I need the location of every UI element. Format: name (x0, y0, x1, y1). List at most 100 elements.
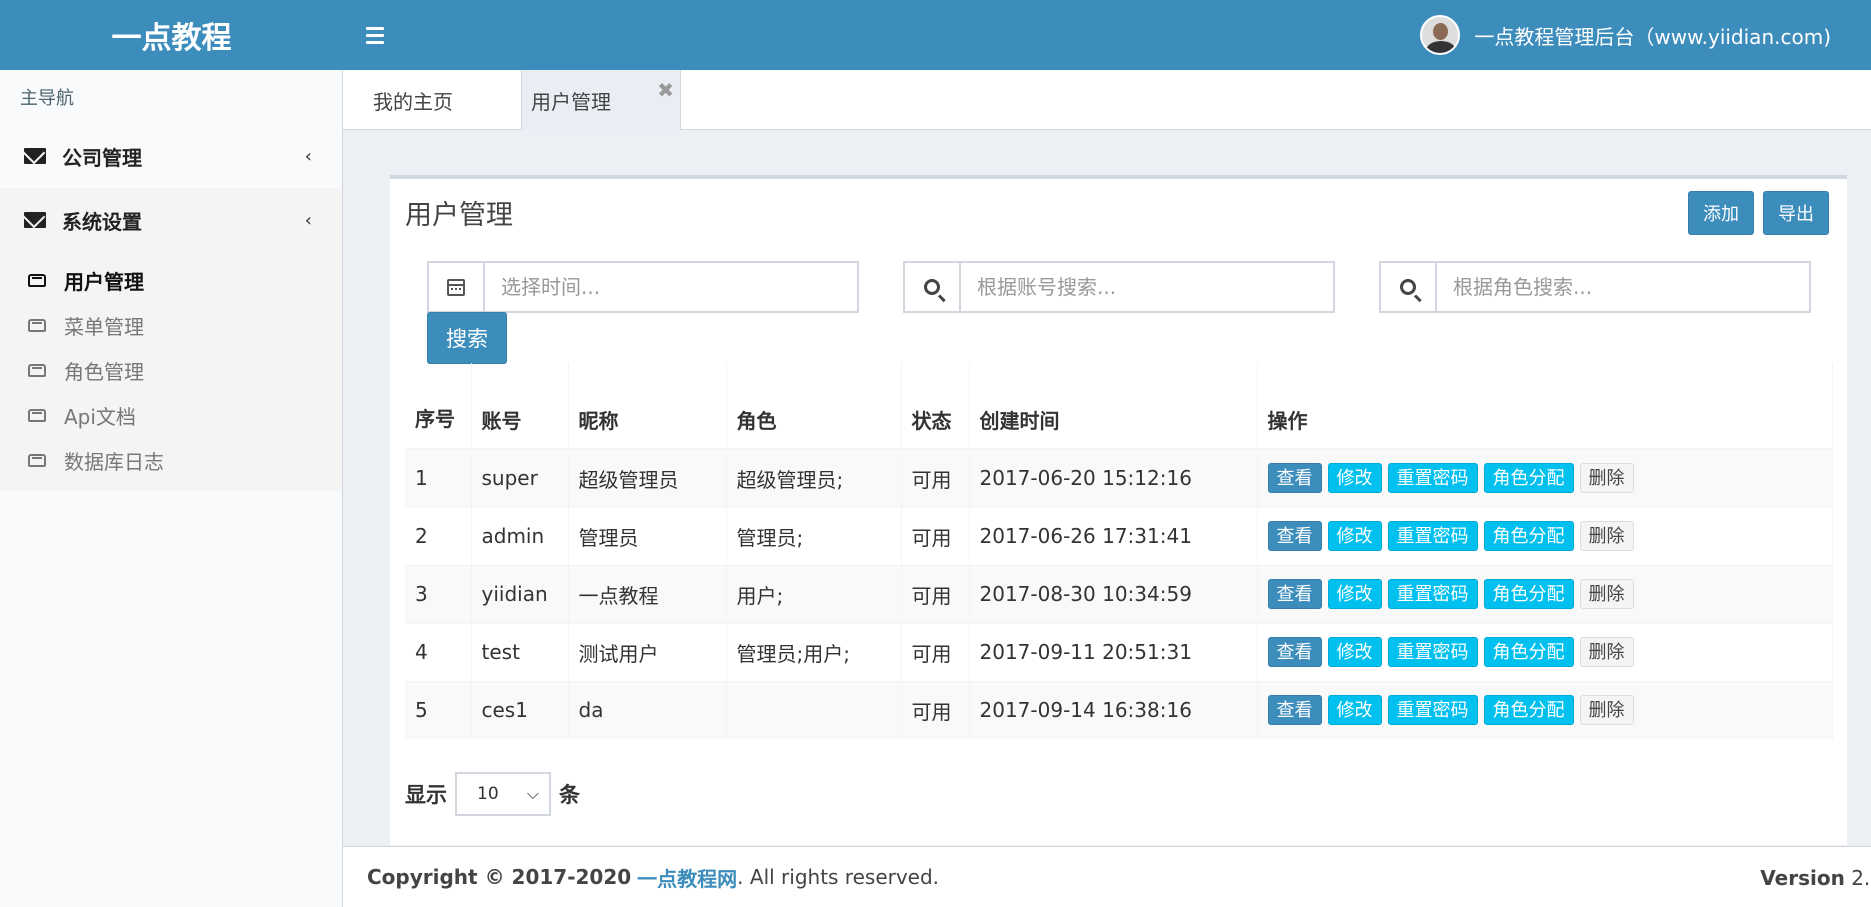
user-management-panel: 用户管理 添加 导出 搜索 序号 账号 昵称 角色 状态 创建时间 操作 1su… (390, 175, 1847, 845)
cell-nickname: 管理员 (568, 506, 727, 565)
delete-button[interactable]: 删除 (1579, 463, 1634, 494)
tab-label: 用户管理 (531, 89, 611, 114)
cell-role: 管理员; (726, 506, 902, 565)
assign-role-button[interactable]: 角色分配 (1483, 695, 1574, 726)
envelope-icon (24, 212, 46, 228)
assign-role-button[interactable]: 角色分配 (1483, 463, 1574, 494)
cell-role (726, 680, 902, 739)
sidebar-group-label: 系统设置 (62, 209, 142, 234)
reset-password-button[interactable]: 重置密码 (1387, 463, 1478, 494)
column-header[interactable]: 序号 (405, 363, 472, 450)
tab-label: 我的主页 (373, 89, 453, 114)
edit-button[interactable]: 修改 (1327, 695, 1382, 726)
sidebar-item-menu-management[interactable]: 菜单管理 (0, 303, 342, 348)
delete-button[interactable]: 删除 (1579, 637, 1634, 667)
inbox-icon (28, 409, 46, 422)
tab-home[interactable]: 我的主页 (343, 70, 521, 130)
chevron-left-icon: ‹ (304, 145, 312, 167)
reset-password-button[interactable]: 重置密码 (1387, 579, 1478, 609)
edit-button[interactable]: 修改 (1327, 637, 1382, 667)
cell-no: 4 (405, 622, 472, 681)
view-button[interactable]: 查看 (1267, 637, 1322, 667)
cell-status: 可用 (901, 680, 970, 739)
cell-created: 2017-09-11 20:51:31 (969, 622, 1258, 681)
column-header[interactable]: 状态 (901, 363, 970, 450)
reset-password-button[interactable]: 重置密码 (1387, 695, 1478, 726)
sidebar-title: 主导航 (0, 70, 342, 124)
inbox-icon (28, 319, 46, 332)
assign-role-button[interactable]: 角色分配 (1483, 637, 1574, 667)
inbox-icon (28, 454, 46, 467)
sidebar-item-user-management[interactable]: 用户管理 (0, 258, 342, 303)
account-search-input[interactable] (961, 263, 1333, 311)
search-button[interactable]: 搜索 (427, 312, 507, 364)
sidebar-item-api-docs[interactable]: Api文档 (0, 393, 342, 438)
page-size-select[interactable]: 10 ⌵ (455, 772, 551, 816)
reset-password-button[interactable]: 重置密码 (1387, 637, 1478, 667)
table-row: 5 ces1 da 可用 2017-09-14 16:38:16 查看 修改 重置密码 角色分配… (405, 680, 1833, 739)
time-input[interactable] (485, 263, 857, 311)
assign-role-button[interactable]: 角色分配 (1483, 521, 1574, 551)
user-title: 一点教程管理后台（www.yiidian.com) (1474, 24, 1831, 49)
column-header[interactable]: 昵称 (568, 363, 727, 450)
view-button[interactable]: 查看 (1267, 521, 1322, 551)
sidebar-item-label: 用户管理 (64, 270, 144, 294)
export-button[interactable]: 导出 (1763, 191, 1829, 235)
role-search-input[interactable] (1437, 263, 1809, 311)
view-button[interactable]: 查看 (1267, 579, 1322, 609)
column-header[interactable]: 创建时间 (969, 363, 1258, 450)
column-header[interactable]: 角色 (726, 363, 902, 450)
cell-role: 用户; (726, 564, 902, 623)
close-icon[interactable]: ✖ (657, 78, 674, 102)
page-size-unit: 条 (559, 783, 580, 807)
view-button[interactable]: 查看 (1267, 463, 1322, 494)
search-icon (1381, 263, 1437, 311)
delete-button[interactable]: 删除 (1579, 579, 1634, 609)
menu-toggle-icon[interactable] (358, 18, 392, 52)
calendar-icon[interactable] (429, 263, 485, 311)
tab-user-management[interactable]: 用户管理 ✖ (521, 70, 681, 130)
user-menu[interactable]: 一点教程管理后台（www.yiidian.com) (1420, 0, 1831, 70)
table-row: 4 test 测试用户 管理员;用户; 可用 2017-09-11 20:51:31 查看修… (405, 622, 1833, 681)
cell-no: 1 (405, 448, 472, 507)
cell-actions: 查看 修改 重置密码 角色分配 删除 (1257, 680, 1833, 739)
sidebar-group-system[interactable]: 系统设置 ‹ (0, 188, 342, 252)
sidebar-item-label: 角色管理 (64, 360, 144, 384)
add-button[interactable]: 添加 (1688, 191, 1754, 235)
column-header[interactable]: 账号 (471, 363, 569, 450)
column-header: 操作 (1257, 363, 1833, 450)
reset-password-button[interactable]: 重置密码 (1387, 521, 1478, 551)
table-header-row: 序号 账号 昵称 角色 状态 创建时间 操作 (405, 363, 1833, 450)
table-row: 3 yiidian 一点教程 用户; 可用 2017-08-30 10:34:59 查看 修改… (405, 564, 1833, 623)
cell-nickname: da (568, 680, 727, 739)
cell-status: 可用 (901, 506, 970, 565)
envelope-icon (24, 148, 46, 164)
user-table: 序号 账号 昵称 角色 状态 创建时间 操作 1 super 超级管理员 超级管理员;… (405, 363, 1833, 739)
cell-nickname: 一点教程 (568, 564, 727, 623)
cell-created: 2017-09-14 16:38:16 (969, 680, 1258, 739)
view-button[interactable]: 查看 (1267, 695, 1322, 726)
sidebar-submenu: 用户管理 菜单管理 角色管理 Api文档 数据库日志 (0, 252, 342, 491)
cell-role: 管理员;用户; (726, 622, 902, 681)
avatar (1420, 15, 1461, 55)
delete-button[interactable]: 删除 (1579, 521, 1634, 551)
site-link[interactable]: 一点教程网 (637, 863, 737, 892)
inbox-icon (28, 364, 46, 377)
assign-role-button[interactable]: 角色分配 (1483, 579, 1574, 609)
page-size-label: 显示 (405, 783, 447, 807)
edit-button[interactable]: 修改 (1327, 521, 1382, 551)
cell-nickname: 超级管理员 (568, 448, 727, 507)
sidebar-item-label: Api文档 (64, 405, 136, 429)
sidebar-item-role-management[interactable]: 角色管理 (0, 348, 342, 393)
cell-created: 2017-06-20 15:12:16 (969, 448, 1258, 507)
footer: Copyright © 2017-2020 一点教程网 . All rights… (343, 846, 1871, 907)
delete-button[interactable]: 删除 (1579, 695, 1634, 726)
sidebar-group-company[interactable]: 公司管理 ‹ (0, 124, 342, 188)
sidebar-item-db-log[interactable]: 数据库日志 (0, 438, 342, 483)
logo[interactable]: 一点教程 (0, 0, 343, 70)
edit-button[interactable]: 修改 (1327, 463, 1382, 494)
account-filter (903, 261, 1335, 313)
edit-button[interactable]: 修改 (1327, 579, 1382, 609)
page-size-value: 10 (477, 784, 499, 804)
cell-status: 可用 (901, 622, 970, 681)
